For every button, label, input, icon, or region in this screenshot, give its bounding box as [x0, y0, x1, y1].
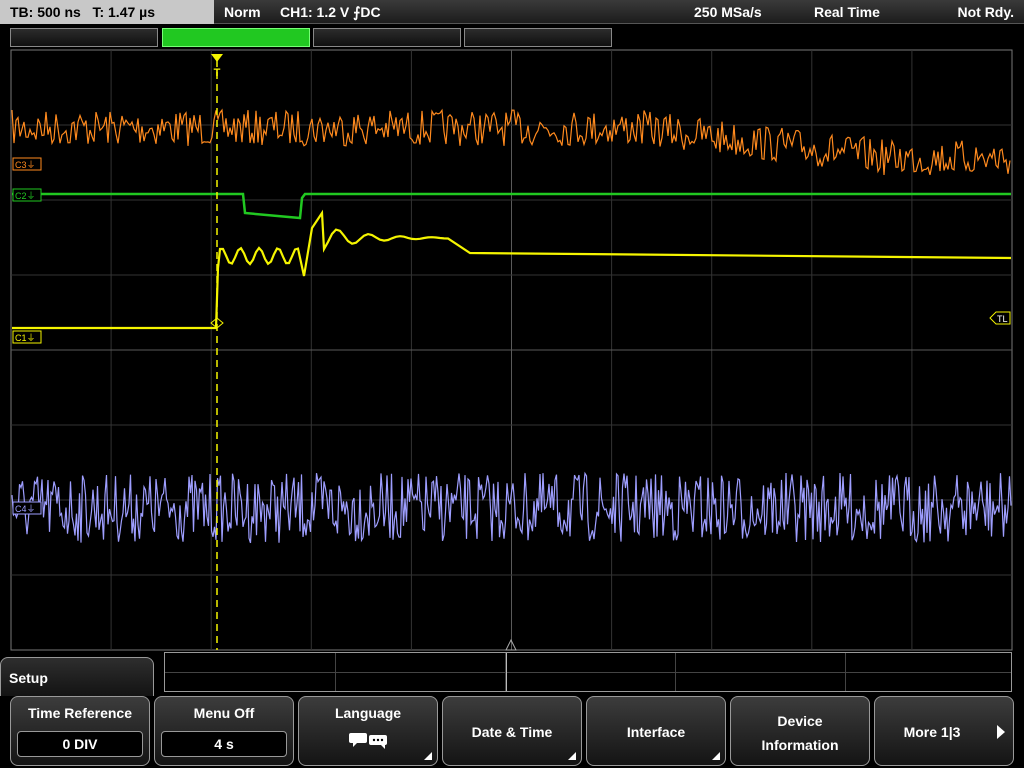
menu-title-tab: Setup	[0, 657, 154, 699]
arrow-right-icon	[997, 725, 1005, 739]
channel-tab-ch4[interactable]: CH4: 1mV≅Ω	[464, 28, 612, 62]
timebase-readout[interactable]: TB: 500 ns T: 1.47 µs	[0, 0, 214, 24]
ground-marker-ch3[interactable]: C3⏚	[12, 157, 42, 171]
menu-off-value: 4 s	[161, 731, 287, 757]
channel-tabs: CH1: 5 V≅ CH2: 20 mV≅Ω CH3: 1mV≅Ω CH4: 1…	[0, 26, 1024, 62]
ground-marker-label: C3⏚	[15, 160, 36, 170]
ground-marker-label: C4⏚	[15, 504, 36, 514]
softkey-label: Menu Off	[193, 705, 255, 721]
acquisition-mode[interactable]: Norm	[224, 0, 261, 24]
time-reference-value: 0 DIV	[17, 731, 143, 757]
menu-off-button[interactable]: Menu Off 4 s	[154, 696, 294, 766]
softkey-label: Information	[761, 737, 839, 753]
ground-marker-ch4[interactable]: C4⏚	[12, 501, 42, 515]
zoom-overview-strip[interactable]	[164, 652, 1012, 692]
submenu-corner-icon	[568, 752, 576, 760]
date-time-button[interactable]: Date & Time	[442, 696, 582, 766]
interface-button[interactable]: Interface	[586, 696, 726, 766]
softkey-label: More 1|3	[903, 724, 961, 740]
ground-marker-label: C1⏚	[15, 333, 36, 343]
ground-marker-ch1[interactable]: C1⏚	[12, 330, 42, 344]
language-button[interactable]: Language	[298, 696, 438, 766]
softkey-label: Time Reference	[27, 705, 132, 721]
acquisition-status: Norm CH1: 1.2 V ⨍DC 250 MSa/s Real Time …	[214, 0, 1024, 24]
acquisition-type: Real Time	[814, 4, 880, 20]
submenu-corner-icon	[424, 752, 432, 760]
softkey-label: Language	[334, 705, 402, 721]
more-button[interactable]: More 1|3	[874, 696, 1014, 766]
waveform-display[interactable]: T C3⏚ C2⏚ C1⏚ C4⏚ TL	[0, 48, 1024, 654]
device-information-button[interactable]: Device Information	[730, 696, 870, 766]
softkey-label: Interface	[626, 724, 686, 740]
softkey-label: Device	[777, 713, 823, 729]
speech-bubbles-icon	[349, 733, 387, 749]
sample-rate: 250 MSa/s	[694, 4, 762, 20]
softkey-bar: Time Reference 0 DIV Menu Off 4 s Langua…	[0, 696, 1024, 768]
trigger-position-label: T	[214, 67, 221, 79]
channel-tab-ch3[interactable]: CH3: 1mV≅Ω	[313, 28, 461, 62]
trigger-info[interactable]: CH1: 1.2 V ⨍DC	[280, 0, 381, 24]
channel-tab-ch1[interactable]: CH1: 5 V≅	[10, 28, 158, 62]
trigger-ready-state: Not Rdy.	[957, 4, 1014, 20]
status-bar: TB: 500 ns T: 1.47 µs Norm CH1: 1.2 V ⨍D…	[0, 0, 1024, 24]
ground-marker-label: C2⏚	[15, 191, 36, 201]
trigger-level-label: TL	[997, 314, 1008, 324]
time-reference-button[interactable]: Time Reference 0 DIV	[10, 696, 150, 766]
channel-tab-ch2[interactable]: CH2: 20 mV≅Ω	[162, 28, 310, 62]
ground-marker-ch2[interactable]: C2⏚	[12, 188, 42, 202]
submenu-corner-icon	[712, 752, 720, 760]
softkey-label: Date & Time	[471, 724, 553, 740]
